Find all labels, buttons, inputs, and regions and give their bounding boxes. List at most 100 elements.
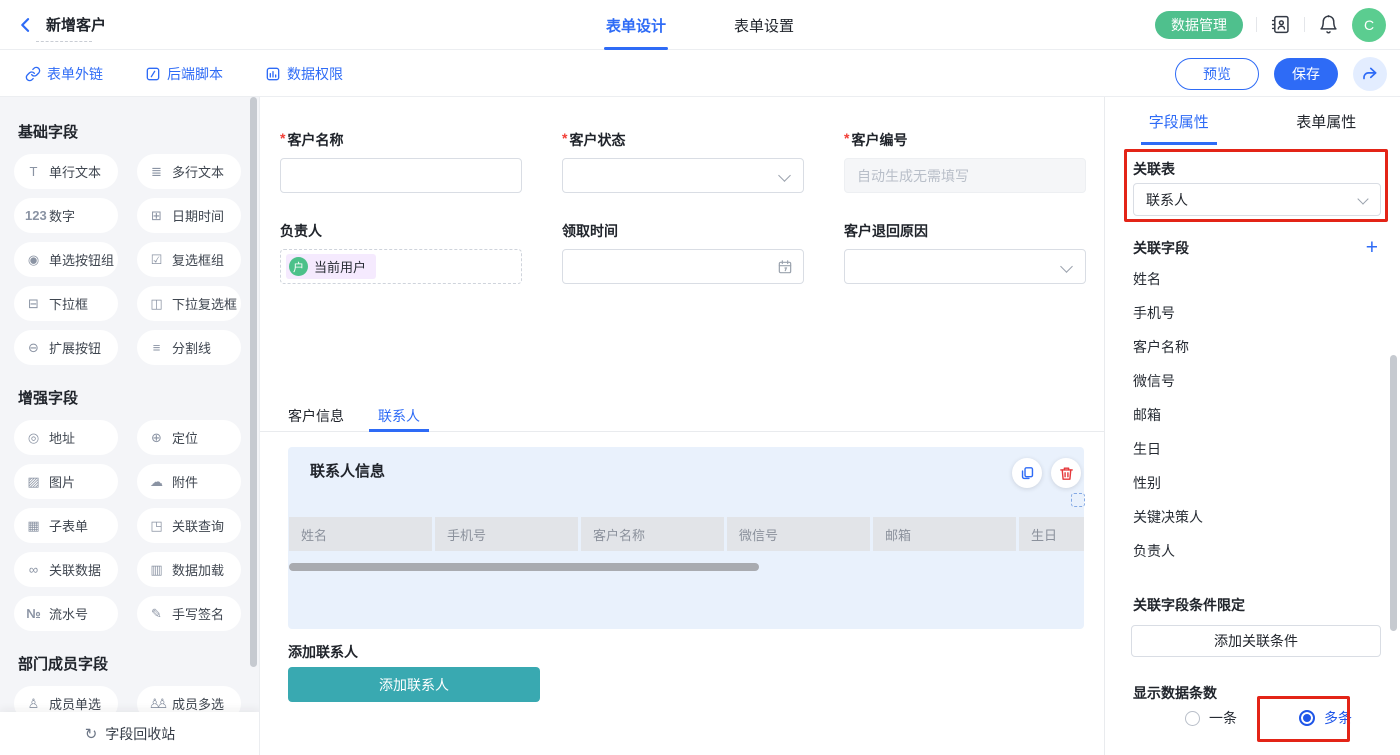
field-owner[interactable]: 负责人 户 当前用户 (280, 221, 522, 284)
sidebar-item-linked-query[interactable]: ◳关联查询 (137, 508, 241, 543)
tab-field-properties[interactable]: 字段属性 (1105, 97, 1253, 145)
customer-number-input[interactable]: 自动生成无需填写 (844, 158, 1086, 193)
field-customer-status[interactable]: 客户状态 (562, 130, 804, 193)
tab-contacts[interactable]: 联系人 (378, 400, 420, 431)
radio-option-single[interactable]: 一条 (1185, 708, 1237, 728)
copy-button[interactable] (1012, 458, 1042, 488)
back-button[interactable] (16, 15, 36, 35)
contacts-icon[interactable] (1270, 14, 1291, 35)
share-button[interactable] (1353, 57, 1387, 91)
sidebar-item-address[interactable]: ◎地址 (14, 420, 118, 455)
sidebar-item-serial-number[interactable]: №流水号 (14, 596, 118, 631)
current-user-tag[interactable]: 户 当前用户 (286, 254, 376, 279)
tab-form-design[interactable]: 表单设计 (606, 0, 666, 50)
related-field-item[interactable]: 负责人 (1133, 534, 1203, 568)
window-scrollbar[interactable] (1390, 355, 1397, 631)
app-header: 新增客户 表单设计 表单设置 数据管理 C (0, 0, 1400, 50)
related-field-item[interactable]: 姓名 (1133, 262, 1203, 296)
sidebar-item-subform[interactable]: ▦子表单 (14, 508, 118, 543)
copy-icon (1019, 465, 1036, 482)
add-condition-button[interactable]: 添加关联条件 (1131, 625, 1381, 657)
multi-dropdown-icon: ◫ (148, 296, 165, 312)
form-canvas: 客户名称 客户状态 客户编号 自动生成无需填写 负责人 户 当前用户 领取时间 (260, 97, 1104, 755)
divider (1304, 17, 1305, 32)
page-title[interactable]: 新增客户 (46, 17, 106, 34)
divider-icon: ≡ (148, 340, 165, 355)
sidebar-item-datetime[interactable]: ⊞日期时间 (137, 198, 241, 233)
sidebar-item-radio-group[interactable]: ◉单选按钮组 (14, 242, 118, 277)
form-external-link[interactable]: 表单外链 (25, 64, 103, 84)
user-avatar-icon: 户 (289, 257, 308, 276)
related-fields-list: 姓名 手机号 客户名称 微信号 邮箱 生日 性别 关键决策人 负责人 (1133, 262, 1203, 568)
return-reason-select[interactable] (844, 249, 1086, 284)
sidebar-item-single-line-text[interactable]: T单行文本 (14, 154, 118, 189)
column-phone: 手机号 (435, 517, 578, 551)
field-palette-sidebar: 基础字段 T单行文本 ≣多行文本 123数字 ⊞日期时间 ◉单选按钮组 ☑复选框… (0, 97, 260, 755)
related-table-select[interactable]: 联系人 (1133, 183, 1381, 216)
add-contact-button[interactable]: 添加联系人 (288, 667, 540, 702)
member-multi-icon: ♙♙ (148, 696, 165, 712)
sidebar-item-signature[interactable]: ✎手写签名 (137, 596, 241, 631)
tab-form-settings[interactable]: 表单设置 (734, 0, 794, 50)
related-field-item[interactable]: 邮箱 (1133, 398, 1203, 432)
sidebar-item-location[interactable]: ⊕定位 (137, 420, 241, 455)
sidebar-item-attachment[interactable]: ☁附件 (137, 464, 241, 499)
field-return-reason[interactable]: 客户退回原因 (844, 221, 1086, 284)
radio-option-multiple[interactable]: 多条 (1299, 708, 1352, 728)
backend-script-link[interactable]: 后端脚本 (145, 64, 223, 84)
related-field-item[interactable]: 客户名称 (1133, 330, 1203, 364)
sidebar-item-multi-line-text[interactable]: ≣多行文本 (137, 154, 241, 189)
sidebar-item-multi-dropdown[interactable]: ◫下拉复选框 (137, 286, 241, 321)
title-edit-underline (36, 41, 92, 42)
owner-field[interactable]: 户 当前用户 (280, 249, 522, 284)
data-manage-button[interactable]: 数据管理 (1155, 11, 1243, 39)
linked-data-icon: ∞ (25, 562, 42, 577)
properties-panel: 字段属性 表单属性 关联表 联系人 关联字段 + 姓名 手机号 客户名称 微信号… (1104, 97, 1400, 755)
related-field-item[interactable]: 微信号 (1133, 364, 1203, 398)
related-field-item[interactable]: 手机号 (1133, 296, 1203, 330)
sidebar-item-image[interactable]: ▨图片 (14, 464, 118, 499)
sidebar-scrollbar[interactable] (250, 97, 257, 667)
field-recycle-bin[interactable]: ↻ 字段回收站 (0, 712, 260, 755)
field-customer-name[interactable]: 客户名称 (280, 130, 522, 193)
tab-form-properties[interactable]: 表单属性 (1253, 97, 1400, 145)
save-button[interactable]: 保存 (1274, 58, 1338, 90)
sidebar-item-checkbox-group[interactable]: ☑复选框组 (137, 242, 241, 277)
bell-icon[interactable] (1318, 14, 1339, 35)
subtable-header-row: 姓名 手机号 客户名称 微信号 邮箱 生日 (289, 517, 1084, 551)
sidebar-item-divider[interactable]: ≡分割线 (137, 330, 241, 365)
subform-icon: ▦ (25, 518, 42, 534)
field-claim-time[interactable]: 领取时间 (562, 221, 804, 284)
address-icon: ◎ (25, 430, 42, 446)
sidebar-item-data-load[interactable]: ▥数据加载 (137, 552, 241, 587)
radio-selected-icon (1299, 710, 1315, 726)
preview-button[interactable]: 预览 (1175, 58, 1259, 90)
signature-icon: ✎ (148, 606, 165, 622)
sidebar-item-linked-data[interactable]: ∞关联数据 (14, 552, 118, 587)
avatar[interactable]: C (1352, 8, 1386, 42)
sidebar-item-extend-button[interactable]: ⊖扩展按钮 (14, 330, 118, 365)
claim-time-date-input[interactable] (562, 249, 804, 284)
related-field-item[interactable]: 关键决策人 (1133, 500, 1203, 534)
delete-button[interactable] (1051, 458, 1081, 488)
data-permission-link[interactable]: 数据权限 (265, 64, 343, 84)
column-wechat: 微信号 (727, 517, 870, 551)
tab-customer-info[interactable]: 客户信息 (288, 400, 344, 431)
sidebar-item-number[interactable]: 123数字 (14, 198, 118, 233)
location-icon: ⊕ (148, 430, 165, 446)
field-customer-number[interactable]: 客户编号 自动生成无需填写 (844, 130, 1086, 193)
related-table-label: 关联表 (1133, 159, 1175, 179)
attachment-icon: ☁ (148, 474, 165, 490)
condition-label: 关联字段条件限定 (1133, 595, 1245, 615)
extend-button-icon: ⊖ (25, 340, 42, 356)
subtable-horizontal-scrollbar[interactable] (289, 563, 759, 571)
column-email: 邮箱 (873, 517, 1016, 551)
contact-info-subtable[interactable]: 联系人信息 姓名 手机号 客户名称 微信号 邮箱 生日 (288, 447, 1084, 629)
plus-icon[interactable]: + (1366, 237, 1378, 258)
sidebar-item-dropdown[interactable]: ⊟下拉框 (14, 286, 118, 321)
related-field-item[interactable]: 生日 (1133, 432, 1203, 466)
customer-name-input[interactable] (280, 158, 522, 193)
customer-status-select[interactable] (562, 158, 804, 193)
related-field-item[interactable]: 性别 (1133, 466, 1203, 500)
form-toolbar: 表单外链 后端脚本 数据权限 预览 保存 (0, 51, 1400, 97)
